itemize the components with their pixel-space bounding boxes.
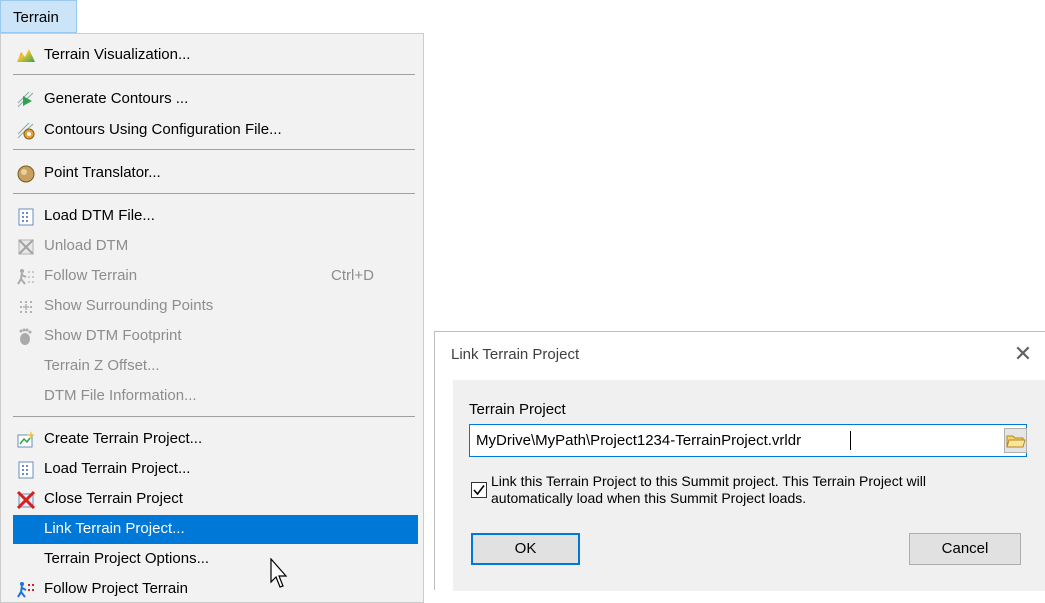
terrain-visualization-icon (17, 49, 35, 62)
footprint-icon (19, 328, 32, 345)
dialog-body: Terrain Project MyDrive\MyPath\Project12… (453, 380, 1045, 591)
link-project-checkbox-label[interactable]: Link this Terrain Project to this Summit… (491, 473, 1011, 507)
generate-contours-icon (17, 91, 34, 108)
dialog-title: Link Terrain Project (451, 346, 580, 363)
menu-item-follow-terrain: Follow Terrain Ctrl+D (13, 262, 418, 291)
ok-button[interactable]: OK (471, 533, 580, 565)
mouse-cursor-icon (270, 558, 288, 588)
menu-item-contours-config[interactable]: Contours Using Configuration File... (13, 116, 418, 145)
menu-terrain-label: Terrain (13, 9, 59, 26)
menu-item-load-terrain-project[interactable]: Load Terrain Project... (13, 455, 418, 484)
menu-item-create-terrain-project[interactable]: Create Terrain Project... (13, 425, 418, 454)
create-terrain-project-icon (17, 431, 35, 448)
text-caret (850, 431, 851, 450)
path-value: MyDrive\MyPath\Project1234-TerrainProjec… (476, 432, 802, 449)
menu-item-terrain-z-offset: Terrain Z Offset... (44, 357, 160, 374)
terrain-dropdown-menu: Terrain Visualization... Generate Contou… (0, 33, 424, 603)
follow-terrain-icon (17, 269, 34, 285)
menu-separator (13, 74, 415, 75)
menu-item-generate-contours[interactable]: Generate Contours ... (13, 85, 418, 114)
close-terrain-project-icon (16, 490, 36, 510)
load-dtm-icon (18, 208, 34, 226)
follow-project-terrain-icon (17, 582, 34, 598)
menu-item-terrain-project-options[interactable]: Terrain Project Options... (13, 545, 418, 574)
menu-item-show-dtm-footprint: Show DTM Footprint (13, 322, 418, 351)
menu-separator (13, 193, 415, 194)
menu-item-dtm-file-information: DTM File Information... (44, 387, 197, 404)
menu-item-terrain-visualization[interactable]: Terrain Visualization... (13, 41, 418, 70)
menu-item-unload-dtm: Unload DTM (13, 232, 418, 261)
unload-dtm-icon (18, 239, 34, 255)
menu-item-load-dtm[interactable]: Load DTM File... (13, 202, 418, 231)
menu-separator (13, 416, 415, 417)
folder-icon (1006, 435, 1026, 448)
close-icon[interactable]: ✕ (1009, 340, 1037, 368)
cancel-button[interactable]: Cancel (909, 533, 1021, 565)
menu-item-close-terrain-project[interactable]: Close Terrain Project (13, 485, 418, 514)
contours-config-icon (17, 122, 35, 140)
browse-folder-button[interactable] (1004, 428, 1027, 453)
surrounding-points-icon (20, 301, 32, 313)
link-terrain-project-dialog: Link Terrain Project ✕ Terrain Project M… (434, 331, 1045, 591)
point-translator-icon (17, 165, 35, 183)
terrain-project-path-input[interactable]: MyDrive\MyPath\Project1234-TerrainProjec… (469, 424, 1027, 457)
load-terrain-project-icon (18, 461, 34, 479)
terrain-project-label: Terrain Project (469, 401, 566, 418)
menu-item-link-terrain-project[interactable]: Link Terrain Project... (13, 515, 418, 544)
menu-item-follow-project-terrain[interactable]: Follow Project Terrain (13, 575, 418, 602)
menu-item-show-surrounding-points: Show Surrounding Points (13, 292, 418, 321)
menu-terrain[interactable]: Terrain (0, 0, 77, 33)
menu-item-point-translator[interactable]: Point Translator... (13, 159, 418, 188)
menu-separator (13, 149, 415, 150)
checkmark-icon (473, 485, 485, 496)
link-project-checkbox[interactable] (471, 482, 487, 498)
